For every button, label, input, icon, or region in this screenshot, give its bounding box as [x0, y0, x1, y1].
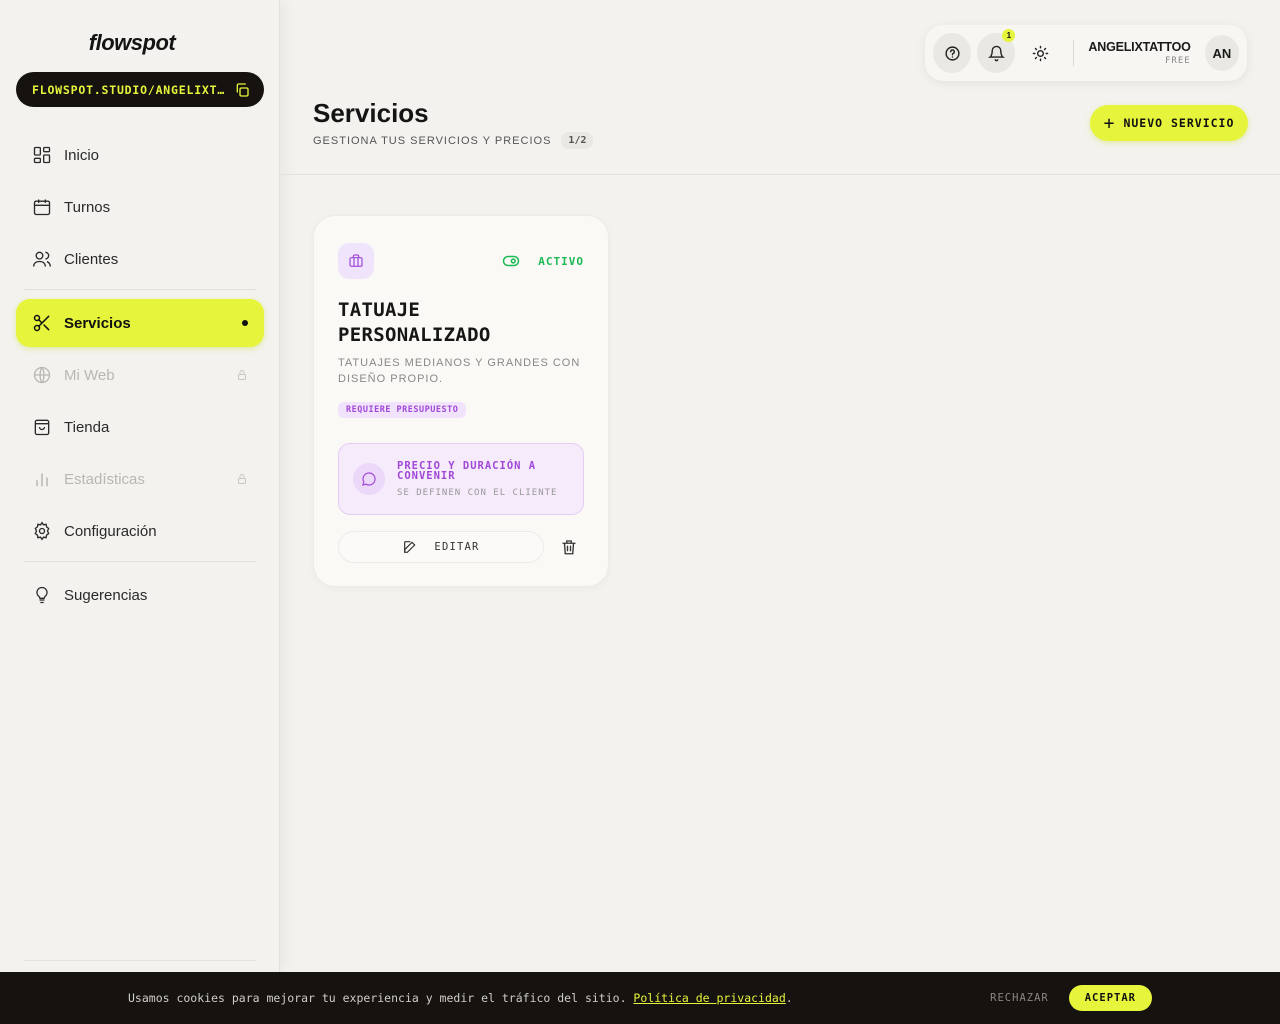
notification-badge: 1 [1002, 29, 1016, 42]
lock-icon [238, 474, 246, 484]
shopping-bag-icon [32, 417, 52, 437]
edit-icon [402, 539, 418, 555]
price-info-title: PRECIO Y DURACIÓN A CONVENIR [397, 459, 537, 482]
studio-url-pill[interactable]: FLOWSPOT.STUDIO/ANGELIXTATTOO [16, 72, 264, 107]
users-icon [32, 249, 52, 269]
sidebar-item-turnos[interactable]: Turnos [16, 183, 264, 231]
page-title: Servicios [313, 98, 429, 128]
copy-icon[interactable] [234, 82, 250, 98]
sidebar-item-estadisticas[interactable]: Estadísticas [16, 455, 264, 503]
sidebar-item-label: Tienda [64, 418, 110, 436]
help-icon [944, 45, 960, 61]
topbar-divider [1073, 40, 1075, 66]
help-button[interactable] [933, 33, 972, 73]
active-indicator-dot [242, 320, 248, 326]
accept-cookies-button[interactable]: ACEPTAR [1068, 985, 1152, 1011]
service-description: TATUAJES MEDIANOS Y GRANDES CON DISEÑO P… [338, 357, 581, 385]
sidebar-nav: Inicio Turnos Clientes Servicios Mi Web … [16, 131, 264, 623]
service-card: ACTIVO TATUAJE PERSONALIZADO TATUAJES ME… [313, 215, 609, 587]
price-info-subtitle: SE DEFINEN CON EL CLIENTE [397, 487, 558, 498]
page-subtitle: GESTIONA TUS SERVICIOS Y PRECIOS 1/2 [313, 132, 594, 149]
trash-icon[interactable] [560, 538, 578, 556]
price-info-box: PRECIO Y DURACIÓN A CONVENIR SE DEFINEN … [338, 443, 584, 515]
edit-button[interactable]: EDITAR [338, 531, 544, 563]
sidebar-bottom-divider [24, 960, 256, 961]
bar-chart-icon [32, 469, 52, 489]
globe-icon [32, 365, 52, 385]
sidebar-item-label: Turnos [64, 198, 111, 216]
cookie-message: Usamos cookies para mejorar tu experienc… [128, 991, 990, 1005]
calendar-icon [32, 197, 52, 217]
sidebar-item-tienda[interactable]: Tienda [16, 403, 264, 451]
sidebar-item-label: Configuración [64, 522, 157, 540]
service-title: TATUAJE PERSONALIZADO [338, 299, 491, 346]
sidebar-item-label: Estadísticas [64, 470, 145, 488]
sidebar-item-servicios[interactable]: Servicios [16, 299, 264, 347]
chat-bubble-icon [353, 463, 385, 495]
cookie-message-text: Usamos cookies para mejorar tu experienc… [128, 991, 634, 1005]
topbar: 1 ANGELIXTATTOO FREE AN [925, 25, 1247, 81]
sidebar-item-label: Inicio [64, 146, 100, 164]
theme-toggle-button[interactable] [1021, 33, 1059, 73]
sidebar: flowspot FLOWSPOT.STUDIO/ANGELIXTATTOO I… [0, 0, 280, 972]
cookie-banner: Usamos cookies para mejorar tu experienc… [0, 972, 1280, 1024]
avatar[interactable]: AN [1204, 35, 1240, 71]
quote-required-tag: REQUIERE PRESUPUESTO [338, 402, 467, 418]
privacy-policy-link[interactable]: Política de privacidad [633, 991, 785, 1005]
nav-divider [24, 289, 256, 290]
header-divider [281, 174, 1280, 175]
scissors-icon [32, 313, 52, 333]
dashboard-icon [32, 145, 52, 165]
sidebar-item-label: Sugerencias [64, 586, 148, 604]
plus-icon: + [1103, 112, 1116, 134]
new-service-button[interactable]: + NUEVO SERVICIO [1090, 105, 1248, 141]
bell-icon [987, 45, 1005, 61]
sidebar-item-mi-web[interactable]: Mi Web [16, 351, 264, 399]
status-toggle[interactable]: ACTIVO [502, 254, 584, 268]
sidebar-item-clientes[interactable]: Clientes [16, 235, 264, 283]
nav-divider [24, 561, 256, 562]
sidebar-item-configuracion[interactable]: Configuración [16, 507, 264, 555]
lock-icon [238, 370, 246, 380]
logo[interactable]: flowspot [0, 30, 264, 56]
new-service-label: NUEVO SERVICIO [1123, 116, 1235, 130]
main-content: 1 ANGELIXTATTOO FREE AN Servicios GESTIO… [281, 0, 1280, 972]
sidebar-item-label: Mi Web [64, 366, 115, 384]
sun-icon [1032, 45, 1049, 61]
cookie-message-end: . [785, 991, 793, 1005]
user-name: ANGELIXTATTOO [1088, 40, 1191, 54]
gear-icon [32, 521, 52, 541]
sidebar-item-inicio[interactable]: Inicio [16, 131, 264, 179]
service-count-badge: 1/2 [561, 132, 594, 149]
page-subtitle-text: GESTIONA TUS SERVICIOS Y PRECIOS [313, 134, 552, 147]
studio-url-text: FLOWSPOT.STUDIO/ANGELIXTATTOO [32, 82, 226, 97]
sidebar-item-label: Clientes [64, 250, 119, 268]
toggle-on-icon [503, 255, 520, 267]
status-badge: ACTIVO [538, 254, 584, 268]
edit-label: EDITAR [434, 541, 480, 553]
sidebar-item-label: Servicios [64, 314, 131, 332]
user-plan: FREE [1165, 56, 1191, 66]
lightbulb-icon [32, 585, 52, 605]
reject-cookies-button[interactable]: RECHAZAR [990, 992, 1049, 1004]
sidebar-item-sugerencias[interactable]: Sugerencias [16, 571, 264, 619]
user-info[interactable]: ANGELIXTATTOO FREE [1088, 40, 1190, 66]
briefcase-icon [338, 243, 374, 279]
notifications-button[interactable]: 1 [977, 29, 1016, 73]
